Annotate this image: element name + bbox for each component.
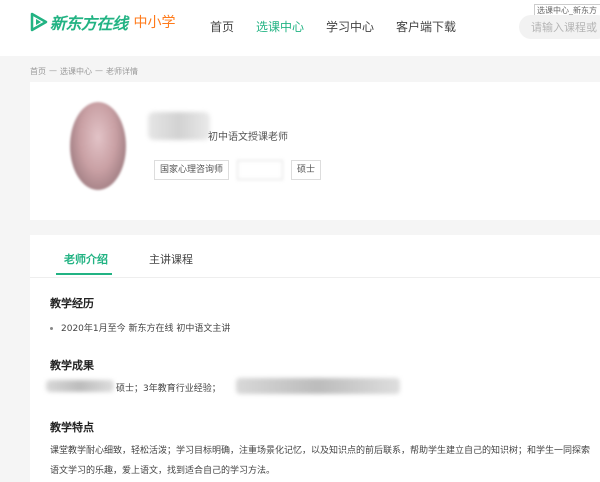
tag-degree: 硕士: [291, 160, 322, 180]
brand-logo[interactable]: 新东方在线 中小学: [30, 10, 176, 34]
tab-active-indicator: [56, 273, 112, 275]
redacted-text: [236, 378, 400, 394]
nav-client-download[interactable]: 客户端下载: [396, 18, 456, 35]
nav-course-center[interactable]: 选课中心: [256, 18, 304, 35]
tag-blurred: [237, 160, 284, 180]
breadcrumb-current: 老师详情: [106, 67, 138, 76]
tag-counselor: 国家心理咨询师: [154, 160, 230, 180]
redacted-text: [46, 380, 114, 392]
features-text: 课堂教学耐心细致，轻松活泼；学习目标明确，注重场景化记忆，以及知识点的前后联系，…: [50, 446, 591, 476]
experience-item: 2020年1月至今 新东方在线 初中语文主讲: [50, 321, 230, 334]
section-title-experience: 教学经历: [50, 297, 94, 310]
breadcrumb-separator: —: [95, 66, 103, 75]
breadcrumb-home[interactable]: 首页: [30, 66, 46, 77]
breadcrumb: 首页 — 选课中心 — 老师详情: [30, 66, 141, 77]
search-input[interactable]: [519, 15, 600, 39]
logo-mark-icon: [30, 12, 48, 32]
section-title-features: 教学特点: [50, 421, 94, 434]
section-title-achievements: 教学成果: [50, 359, 94, 372]
tab-main-courses[interactable]: 主讲课程: [149, 251, 193, 267]
teacher-avatar: [70, 102, 126, 190]
teacher-tags: 国家心理咨询师 硕士: [154, 160, 329, 180]
brand-subtitle: 中小学: [133, 15, 176, 31]
teacher-title: 初中语文授课老师: [208, 132, 288, 143]
tab-teacher-intro[interactable]: 老师介绍: [64, 251, 108, 267]
main-nav: 首页 选课中心 学习中心 客户端下载: [210, 18, 478, 35]
breadcrumb-separator: —: [49, 66, 57, 75]
teacher-profile-card: 初中语文授课老师 国家心理咨询师 硕士: [30, 82, 600, 220]
teacher-name-blurred: [148, 112, 210, 140]
top-navigation-bar: 新东方在线 中小学 首页 选课中心 学习中心 客户端下载 选课中心_新东方: [0, 0, 600, 56]
nav-home[interactable]: 首页: [210, 18, 234, 35]
brand-name: 新东方在线: [50, 14, 128, 33]
bullet-icon: [50, 327, 53, 330]
nav-learning-center[interactable]: 学习中心: [326, 18, 374, 35]
breadcrumb-course-center[interactable]: 选课中心: [60, 66, 92, 77]
experience-text: 2020年1月至今 新东方在线 初中语文主讲: [61, 324, 231, 334]
teacher-detail-panel: 老师介绍 主讲课程 教学经历 2020年1月至今 新东方在线 初中语文主讲 教学…: [30, 235, 600, 482]
tab-bar: 老师介绍 主讲课程: [30, 235, 600, 278]
achievements-text: 硕士；3年教育行业经验；: [116, 384, 221, 394]
